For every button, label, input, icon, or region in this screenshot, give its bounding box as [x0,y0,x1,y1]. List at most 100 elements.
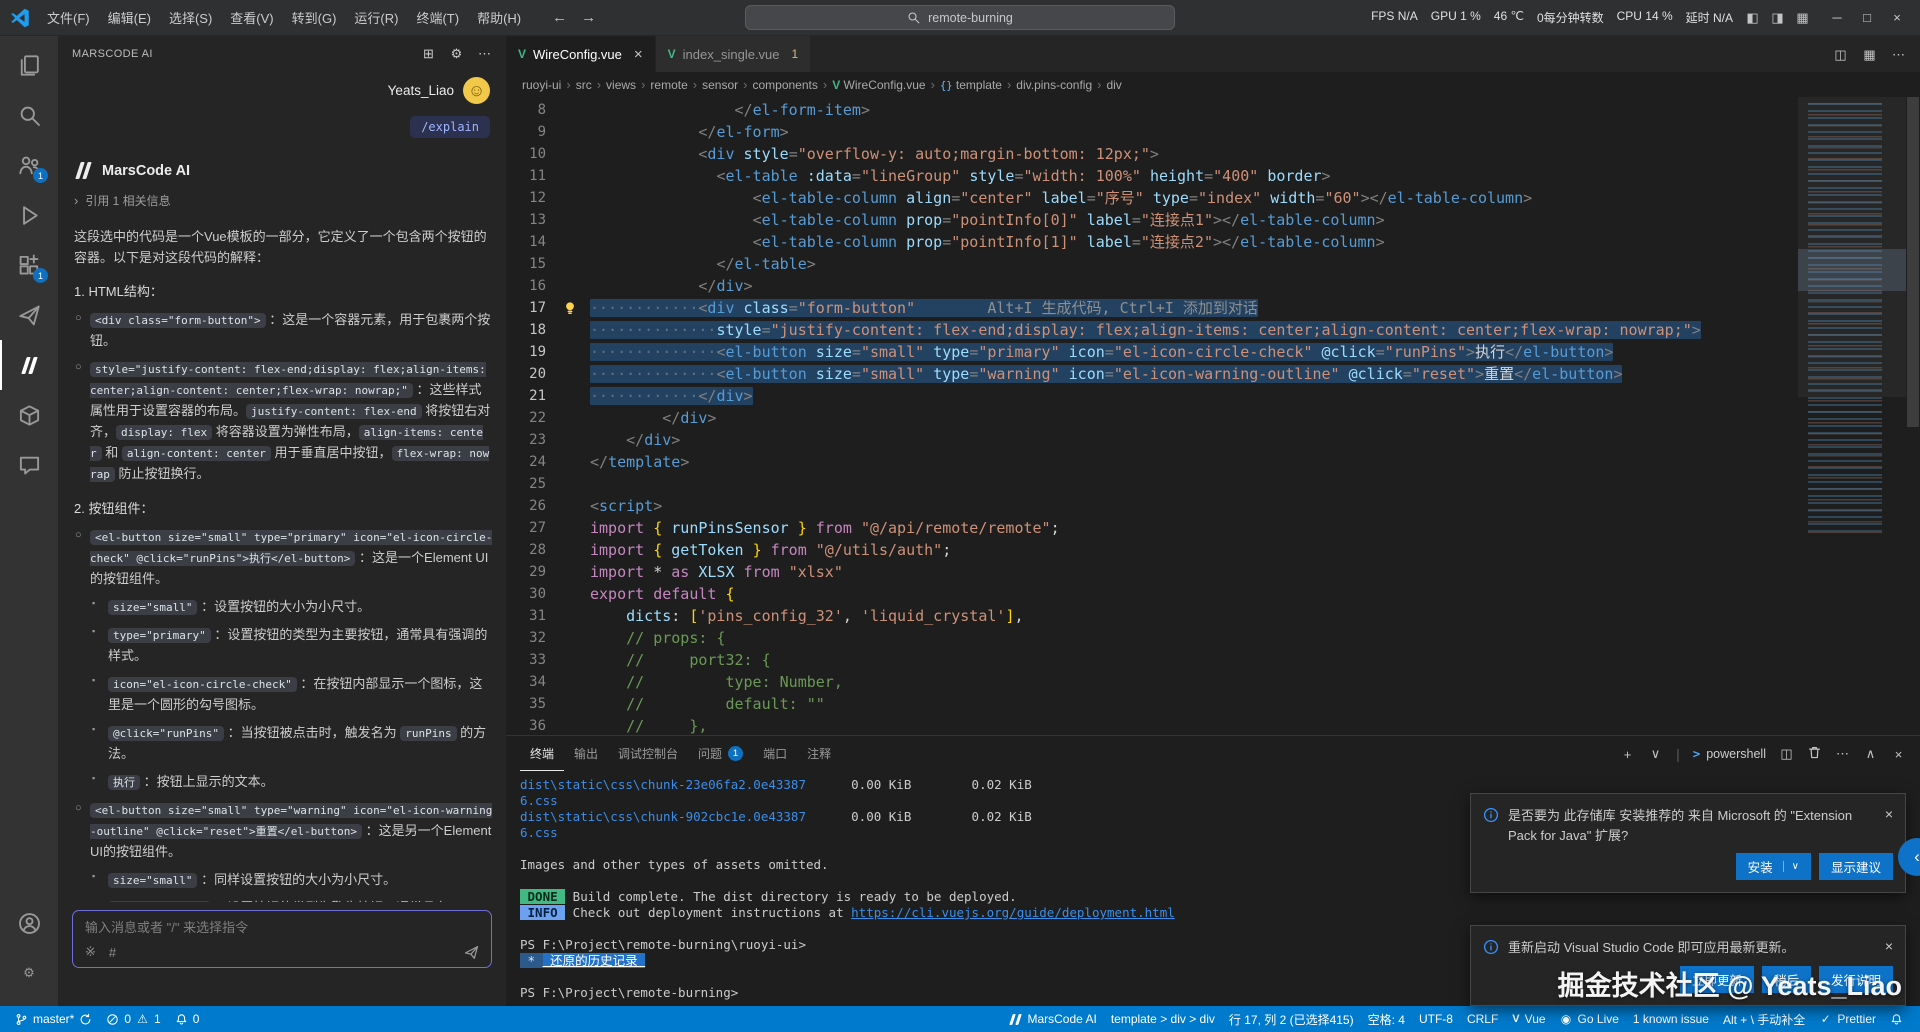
terminal-link[interactable]: https://cli.vuejs.org/guide/deployment.h… [851,905,1175,920]
menu-item[interactable]: 运行(R) [345,4,407,31]
code-line[interactable]: 36 // }, [506,715,1798,735]
code-line[interactable]: 32 // props: { [506,627,1798,649]
notification-button[interactable]: 显示建议 [1819,853,1893,880]
more-button[interactable]: ⋯ [1891,46,1906,63]
panel-tab-注释[interactable]: 注释 [797,736,841,771]
breadcrumb-item[interactable]: components [752,78,817,92]
more-actions-button[interactable]: ⋯ [1835,745,1850,762]
breadcrumb-item[interactable]: remote [650,78,687,92]
breadcrumb-item[interactable]: sensor [702,78,738,92]
new-terminal-button[interactable]: + [1620,746,1635,762]
tab-WireConfig.vue[interactable]: VWireConfig.vue× [506,36,656,72]
status-item[interactable]: Alt + \ 手动补全 [1716,1006,1812,1032]
status-item[interactable]: UTF-8 [1412,1006,1460,1032]
notification-close-icon[interactable]: × [1885,938,1893,958]
status-item[interactable]: template > div > div [1104,1006,1222,1032]
code-line[interactable]: 20··············<el-button size="small" … [506,363,1798,385]
nav-back-button[interactable]: ← [552,9,567,26]
more-button[interactable]: ⋯ [477,45,492,62]
status-item[interactable]: CRLF [1460,1006,1505,1032]
menu-item[interactable]: 终端(T) [407,4,468,31]
code-line[interactable]: 26<script> [506,495,1798,517]
maximize-panel-button[interactable]: ∧ [1863,745,1878,762]
editor-scrollbar[interactable] [1906,97,1920,735]
activity-extensions[interactable]: 1 [0,240,56,290]
breadcrumb-item[interactable]: {} template [940,78,1002,92]
status-item[interactable]: 0⚠1 [99,1006,167,1032]
notification-button[interactable]: 安装∨ [1736,853,1811,880]
scrollbar-thumb[interactable] [1907,97,1919,427]
terminal-dropdown-button[interactable]: ∨ [1648,745,1663,762]
panel-tab-调试控制台[interactable]: 调试控制台 [608,736,688,771]
activity-account[interactable] [0,898,56,948]
context-hash-icon[interactable]: # [109,945,116,960]
chat-input-box[interactable]: ※ # [72,910,492,968]
code-line[interactable]: 33 // port32: { [506,649,1798,671]
breadcrumb-item[interactable]: div.pins-config [1016,78,1092,92]
code-line[interactable]: 12 <el-table-column align="center" label… [506,187,1798,209]
newchat-button[interactable]: ⊞ [421,45,436,62]
code-line[interactable]: 25 [506,473,1798,495]
code-line[interactable]: 21············</div> [506,385,1798,407]
breadcrumb[interactable]: ruoyi-ui›src›views›remote›sensor›compone… [506,72,1920,97]
activity-gear-large[interactable]: ⚙ [0,948,56,998]
split-terminal-button[interactable]: ◫ [1779,745,1794,762]
status-item[interactable]: 1 known issue [1626,1006,1716,1032]
kill-terminal-button[interactable] [1807,745,1822,763]
reference-toggle[interactable]: › 引用 1 相关信息 [58,179,506,209]
status-item[interactable]: ◉Go Live [1553,1006,1626,1032]
status-item[interactable]: ✓Prettier [1812,1006,1883,1032]
menu-item[interactable]: 文件(F) [38,4,99,31]
notification-close-icon[interactable]: × [1885,806,1893,845]
status-item[interactable]: 0 [168,1006,207,1032]
command-center-search[interactable]: remote-burning [745,5,1175,30]
code-line[interactable]: 9 </el-form> [506,121,1798,143]
panel-tab-问题[interactable]: 问题1 [688,736,753,771]
code-line[interactable]: 23 </div> [506,429,1798,451]
tab-index_single.vue[interactable]: Vindex_single.vue1 [656,36,812,72]
terminal-instance-powershell[interactable]: >powershell [1693,746,1766,761]
code-line[interactable]: 8 </el-form-item> [506,99,1798,121]
code-line[interactable]: 17············<div class="form-button" A… [506,297,1798,319]
maximize-button[interactable]: □ [1852,4,1882,32]
close-window-button[interactable]: × [1882,4,1912,32]
panel-tab-终端[interactable]: 终端 [520,736,564,771]
panel-tab-端口[interactable]: 端口 [753,736,797,771]
layout-grid-button[interactable]: ▦ [1862,46,1877,63]
activity-search[interactable] [0,90,56,140]
status-item[interactable]: 空格: 4 [1361,1006,1412,1032]
status-item[interactable]: MarsCode AI [1002,1006,1103,1032]
code-editor[interactable]: 8 </el-form-item>9 </el-form>10 <div sty… [506,99,1798,735]
code-line[interactable]: 19··············<el-button size="small" … [506,341,1798,363]
close-panel-button[interactable]: × [1891,746,1906,762]
code-line[interactable]: 34 // type: Number, [506,671,1798,693]
code-line[interactable]: 22 </div> [506,407,1798,429]
activity-marscode[interactable] [0,340,56,390]
send-button[interactable] [464,945,479,960]
code-line[interactable]: 29import * as XLSX from "xlsx" [506,561,1798,583]
code-line[interactable]: 16 </div> [506,275,1798,297]
lightbulb-icon[interactable] [562,300,578,316]
explain-command-chip[interactable]: /explain [410,116,490,138]
status-item[interactable] [1883,1006,1910,1032]
gear-button[interactable]: ⚙ [449,45,464,62]
activity-people[interactable]: 1 [0,140,56,190]
breadcrumb-item[interactable]: views [606,78,636,92]
menu-item[interactable]: 查看(V) [221,4,282,31]
minimap[interactable] [1798,97,1906,735]
split-button[interactable]: ◫ [1833,46,1848,63]
tab-close-icon[interactable]: × [634,46,643,63]
code-line[interactable]: 13 <el-table-column prop="pointInfo[0]" … [506,209,1798,231]
code-line[interactable]: 35 // default: "" [506,693,1798,715]
code-line[interactable]: 18··············style="justify-content: … [506,319,1798,341]
breadcrumb-item[interactable]: ruoyi-ui [522,78,561,92]
activity-comments[interactable] [0,440,56,490]
menu-item[interactable]: 帮助(H) [468,4,530,31]
activity-box[interactable] [0,390,56,440]
panel-tab-输出[interactable]: 输出 [564,736,608,771]
chat-input[interactable] [85,920,479,935]
menu-item[interactable]: 转到(G) [283,4,346,31]
code-line[interactable]: 10 <div style="overflow-y: auto;margin-b… [506,143,1798,165]
status-item[interactable]: 行 17, 列 2 (已选择415) [1222,1006,1361,1032]
menu-item[interactable]: 编辑(E) [99,4,160,31]
